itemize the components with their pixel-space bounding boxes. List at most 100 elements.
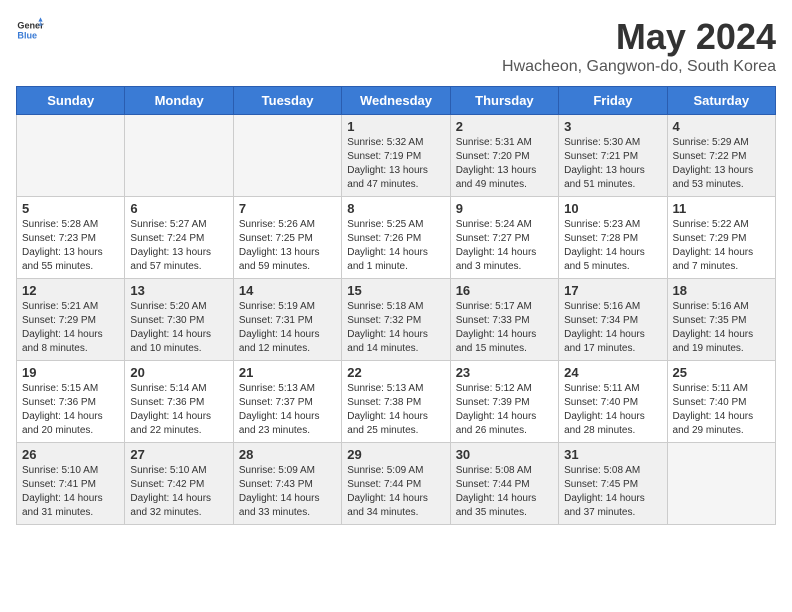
day-number: 14 — [239, 283, 336, 298]
calendar-week-row: 26 Sunrise: 5:10 AM Sunset: 7:41 PM Dayli… — [17, 443, 776, 525]
calendar-cell: 6 Sunrise: 5:27 AM Sunset: 7:24 PM Daylig… — [125, 197, 233, 279]
calendar-cell: 21 Sunrise: 5:13 AM Sunset: 7:37 PM Dayli… — [233, 361, 341, 443]
day-number: 12 — [22, 283, 119, 298]
day-number: 4 — [673, 119, 770, 134]
cell-info: Sunrise: 5:26 AM Sunset: 7:25 PM Dayligh… — [239, 218, 336, 274]
calendar-week-row: 12Sunrise: 5:21 AM Sunset: 7:29 PM Dayli… — [17, 279, 776, 361]
cell-info: Sunrise: 5:13 AM Sunset: 7:38 PM Dayligh… — [347, 382, 444, 438]
cell-info: Sunrise: 5:10 AM Sunset: 7:41 PM Dayligh… — [22, 464, 119, 520]
day-number: 29 — [347, 447, 444, 462]
page-header: General Blue May 2024 Hwacheon, Gangwon-… — [16, 16, 776, 76]
cell-info: Sunrise: 5:09 AM Sunset: 7:44 PM Dayligh… — [347, 464, 444, 520]
day-number: 30 — [456, 447, 553, 462]
calendar-cell: 13Sunrise: 5:20 AM Sunset: 7:30 PM Dayli… — [125, 279, 233, 361]
title-block: May 2024 Hwacheon, Gangwon-do, South Kor… — [502, 16, 776, 76]
day-header-monday: Monday — [125, 87, 233, 115]
day-header-saturday: Saturday — [667, 87, 775, 115]
cell-info: Sunrise: 5:29 AM Sunset: 7:22 PM Dayligh… — [673, 136, 770, 192]
cell-info: Sunrise: 5:27 AM Sunset: 7:24 PM Dayligh… — [130, 218, 227, 274]
calendar-cell: 31 Sunrise: 5:08 AM Sunset: 7:45 PM Dayli… — [559, 443, 667, 525]
day-number: 21 — [239, 365, 336, 380]
day-number: 15 — [347, 283, 444, 298]
day-number: 16 — [456, 283, 553, 298]
calendar-cell: 24 Sunrise: 5:11 AM Sunset: 7:40 PM Dayli… — [559, 361, 667, 443]
cell-info: Sunrise: 5:30 AM Sunset: 7:21 PM Dayligh… — [564, 136, 661, 192]
day-number: 11 — [673, 201, 770, 216]
day-number: 24 — [564, 365, 661, 380]
day-number: 7 — [239, 201, 336, 216]
day-header-tuesday: Tuesday — [233, 87, 341, 115]
cell-info: Sunrise: 5:23 AM Sunset: 7:28 PM Dayligh… — [564, 218, 661, 274]
day-header-sunday: Sunday — [17, 87, 125, 115]
calendar-cell: 4 Sunrise: 5:29 AM Sunset: 7:22 PM Daylig… — [667, 115, 775, 197]
calendar-cell: 22 Sunrise: 5:13 AM Sunset: 7:38 PM Dayli… — [342, 361, 450, 443]
cell-info: Sunrise: 5:10 AM Sunset: 7:42 PM Dayligh… — [130, 464, 227, 520]
calendar-cell: 11 Sunrise: 5:22 AM Sunset: 7:29 PM Dayli… — [667, 197, 775, 279]
day-number: 28 — [239, 447, 336, 462]
day-number: 19 — [22, 365, 119, 380]
calendar-table: SundayMondayTuesdayWednesdayThursdayFrid… — [16, 86, 776, 525]
day-number: 2 — [456, 119, 553, 134]
cell-info: Sunrise: 5:17 AM Sunset: 7:33 PM Dayligh… — [456, 300, 553, 356]
day-number: 26 — [22, 447, 119, 462]
day-number: 8 — [347, 201, 444, 216]
day-number: 27 — [130, 447, 227, 462]
cell-info: Sunrise: 5:31 AM Sunset: 7:20 PM Dayligh… — [456, 136, 553, 192]
calendar-cell: 25 Sunrise: 5:11 AM Sunset: 7:40 PM Dayli… — [667, 361, 775, 443]
day-number: 17 — [564, 283, 661, 298]
calendar-header-row: SundayMondayTuesdayWednesdayThursdayFrid… — [17, 87, 776, 115]
calendar-cell: 20 Sunrise: 5:14 AM Sunset: 7:36 PM Dayli… — [125, 361, 233, 443]
calendar-cell: 14Sunrise: 5:19 AM Sunset: 7:31 PM Dayli… — [233, 279, 341, 361]
cell-info: Sunrise: 5:32 AM Sunset: 7:19 PM Dayligh… — [347, 136, 444, 192]
calendar-cell: 1Sunrise: 5:32 AM Sunset: 7:19 PM Daylig… — [342, 115, 450, 197]
calendar-week-row: 1Sunrise: 5:32 AM Sunset: 7:19 PM Daylig… — [17, 115, 776, 197]
cell-info: Sunrise: 5:08 AM Sunset: 7:45 PM Dayligh… — [564, 464, 661, 520]
day-number: 31 — [564, 447, 661, 462]
calendar-cell: 3 Sunrise: 5:30 AM Sunset: 7:21 PM Daylig… — [559, 115, 667, 197]
calendar-cell: 9 Sunrise: 5:24 AM Sunset: 7:27 PM Daylig… — [450, 197, 558, 279]
cell-info: Sunrise: 5:14 AM Sunset: 7:36 PM Dayligh… — [130, 382, 227, 438]
cell-info: Sunrise: 5:11 AM Sunset: 7:40 PM Dayligh… — [564, 382, 661, 438]
cell-info: Sunrise: 5:25 AM Sunset: 7:26 PM Dayligh… — [347, 218, 444, 274]
cell-info: Sunrise: 5:12 AM Sunset: 7:39 PM Dayligh… — [456, 382, 553, 438]
day-number: 25 — [673, 365, 770, 380]
calendar-cell — [125, 115, 233, 197]
cell-info: Sunrise: 5:15 AM Sunset: 7:36 PM Dayligh… — [22, 382, 119, 438]
cell-info: Sunrise: 5:13 AM Sunset: 7:37 PM Dayligh… — [239, 382, 336, 438]
calendar-cell: 7 Sunrise: 5:26 AM Sunset: 7:25 PM Daylig… — [233, 197, 341, 279]
cell-info: Sunrise: 5:24 AM Sunset: 7:27 PM Dayligh… — [456, 218, 553, 274]
calendar-cell: 2 Sunrise: 5:31 AM Sunset: 7:20 PM Daylig… — [450, 115, 558, 197]
day-header-thursday: Thursday — [450, 87, 558, 115]
day-number: 3 — [564, 119, 661, 134]
cell-info: Sunrise: 5:16 AM Sunset: 7:34 PM Dayligh… — [564, 300, 661, 356]
day-number: 6 — [130, 201, 227, 216]
cell-info: Sunrise: 5:28 AM Sunset: 7:23 PM Dayligh… — [22, 218, 119, 274]
day-number: 9 — [456, 201, 553, 216]
calendar-cell: 5 Sunrise: 5:28 AM Sunset: 7:23 PM Daylig… — [17, 197, 125, 279]
calendar-cell: 18Sunrise: 5:16 AM Sunset: 7:35 PM Dayli… — [667, 279, 775, 361]
calendar-cell: 19 Sunrise: 5:15 AM Sunset: 7:36 PM Dayli… — [17, 361, 125, 443]
calendar-cell: 26 Sunrise: 5:10 AM Sunset: 7:41 PM Dayli… — [17, 443, 125, 525]
day-number: 23 — [456, 365, 553, 380]
cell-info: Sunrise: 5:08 AM Sunset: 7:44 PM Dayligh… — [456, 464, 553, 520]
calendar-cell: 30 Sunrise: 5:08 AM Sunset: 7:44 PM Dayli… — [450, 443, 558, 525]
calendar-cell — [667, 443, 775, 525]
day-number: 10 — [564, 201, 661, 216]
location-subtitle: Hwacheon, Gangwon-do, South Korea — [502, 58, 776, 76]
calendar-cell: 29 Sunrise: 5:09 AM Sunset: 7:44 PM Dayli… — [342, 443, 450, 525]
calendar-cell — [233, 115, 341, 197]
calendar-cell: 15Sunrise: 5:18 AM Sunset: 7:32 PM Dayli… — [342, 279, 450, 361]
day-number: 5 — [22, 201, 119, 216]
cell-info: Sunrise: 5:11 AM Sunset: 7:40 PM Dayligh… — [673, 382, 770, 438]
calendar-cell — [17, 115, 125, 197]
day-number: 22 — [347, 365, 444, 380]
calendar-cell: 8 Sunrise: 5:25 AM Sunset: 7:26 PM Daylig… — [342, 197, 450, 279]
cell-info: Sunrise: 5:22 AM Sunset: 7:29 PM Dayligh… — [673, 218, 770, 274]
day-header-friday: Friday — [559, 87, 667, 115]
calendar-cell: 27 Sunrise: 5:10 AM Sunset: 7:42 PM Dayli… — [125, 443, 233, 525]
calendar-week-row: 19 Sunrise: 5:15 AM Sunset: 7:36 PM Dayli… — [17, 361, 776, 443]
day-header-wednesday: Wednesday — [342, 87, 450, 115]
month-year-title: May 2024 — [502, 16, 776, 58]
day-number: 20 — [130, 365, 227, 380]
day-number: 13 — [130, 283, 227, 298]
